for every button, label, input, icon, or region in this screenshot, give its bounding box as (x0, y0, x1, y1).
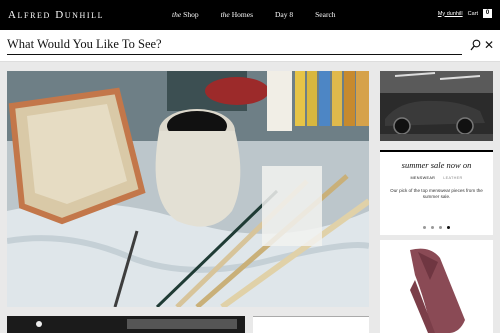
my-dunhill-link[interactable]: My dunhill (438, 11, 463, 17)
carousel-dot[interactable] (431, 226, 434, 229)
bottom-image-left[interactable] (7, 316, 245, 333)
promo-tabs: MENSWEAR LEATHER (380, 176, 493, 180)
search-input[interactable] (7, 35, 462, 55)
tab-menswear[interactable]: MENSWEAR (410, 176, 435, 180)
hero-image[interactable] (7, 71, 369, 307)
tie-product-image[interactable] (380, 240, 493, 333)
nav-item-day8[interactable]: Day 8 (275, 10, 293, 19)
close-icon[interactable]: ✕ (484, 38, 494, 52)
carousel-dot[interactable] (439, 226, 442, 229)
nav-item-homes[interactable]: the Homes (221, 10, 253, 19)
promo-title: summer sale now on (401, 160, 472, 170)
carousel-dot-active[interactable] (447, 226, 450, 229)
account-area: My dunhill Cart 0 (438, 9, 492, 18)
brand-logo[interactable]: Alfred Dunhill (8, 9, 104, 21)
top-nav-bar: Alfred Dunhill the Shop the Homes Day 8 Se… (0, 0, 500, 30)
cart-link[interactable]: Cart (468, 11, 478, 17)
search-bar: ✕ (0, 30, 500, 62)
nav-item-shop[interactable]: the Shop (172, 10, 199, 19)
search-icon[interactable] (470, 39, 481, 51)
promo-description: Our pick of the top menswear pieces from… (390, 188, 483, 199)
carousel-dot[interactable] (423, 226, 426, 229)
promo-card: summer sale now on MENSWEAR LEATHER Our … (380, 150, 493, 235)
carousel-dots (380, 226, 493, 229)
nav-item-search[interactable]: Search (315, 10, 335, 19)
car-image[interactable] (380, 71, 493, 141)
bottom-panel-middle (253, 316, 369, 333)
main-nav: the Shop the Homes Day 8 Search (172, 10, 336, 19)
tab-leather[interactable]: LEATHER (443, 176, 462, 180)
cart-icon[interactable]: 0 (483, 9, 492, 18)
